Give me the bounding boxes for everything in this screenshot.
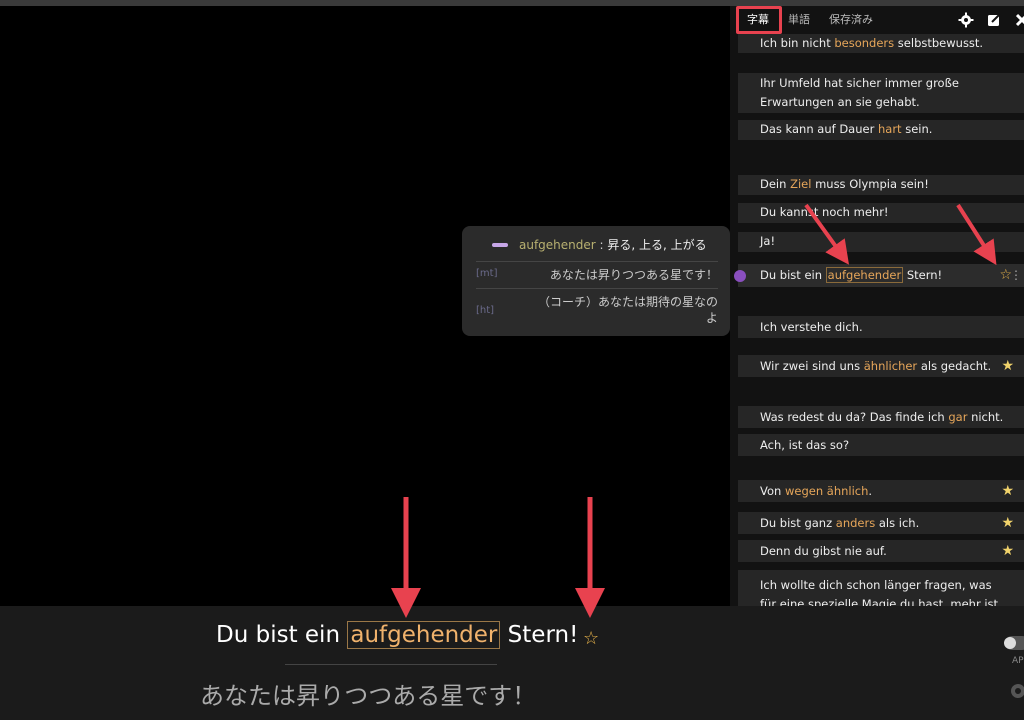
current-subtitle: Du bist ein aufgehender Stern! (216, 621, 579, 649)
list-item[interactable]: Du bist ganz anders als ich. ★ (738, 512, 1024, 534)
close-icon[interactable] (1014, 12, 1024, 28)
list-item[interactable]: Dein Ziel muss Olympia sein! (738, 175, 1024, 195)
list-item[interactable]: Denn du gibst nie auf. ★ (738, 540, 1024, 562)
machine-translation: あなたは昇りつつある星です！ (549, 268, 718, 282)
ht-tag: [ht] (476, 305, 495, 316)
star-icon[interactable]: ★ (1001, 544, 1014, 558)
star-icon[interactable]: ★ (1001, 484, 1014, 498)
star-icon[interactable]: ★ (1001, 516, 1014, 530)
word-definition-popup: aufgehender : 昇る, 上る, 上がる [mt] あなたは昇りつつあ… (462, 226, 730, 336)
popup-meaning: 昇る, 上る, 上がる (607, 238, 707, 252)
divider (476, 288, 718, 289)
list-item[interactable]: Was redest du da? Das finde ich gar nich… (738, 406, 1024, 428)
tab-saved[interactable]: 保存済み (829, 9, 873, 31)
list-item[interactable]: Ach, ist das so? (738, 434, 1024, 456)
highlighted-word[interactable]: aufgehender (347, 621, 501, 649)
divider (476, 261, 718, 262)
gear-icon[interactable] (958, 12, 974, 28)
human-translation: （コーチ）あなたは期待の星なの よ (537, 295, 718, 325)
list-item[interactable]: Ja! (738, 232, 1024, 252)
divider (285, 664, 497, 665)
settings-icon[interactable] (1008, 681, 1024, 701)
popup-word[interactable]: aufgehender (519, 238, 596, 252)
subtitle-overlay: Du bist ein aufgehender Stern! ☆ あなたは昇りつ… (0, 606, 1024, 720)
list-item[interactable]: Ihr Umfeld hat sicher immer große Erwart… (738, 73, 1024, 113)
toggle-knob[interactable] (1004, 637, 1016, 649)
tab-subtitles[interactable]: 字幕 (747, 9, 769, 31)
play-icon[interactable] (734, 270, 746, 282)
word-color-marker (492, 243, 508, 247)
star-icon[interactable]: ★ (1001, 359, 1014, 373)
subtitle-translation: あなたは昇りつつある星です！ (200, 682, 537, 710)
list-item[interactable]: Ich wollte dich schon länger fragen, was… (738, 570, 1024, 610)
toggle-label: AP (1012, 656, 1024, 666)
panel-tabs: 字幕 単語 保存済み (730, 6, 1024, 34)
list-item[interactable]: Das kann auf Dauer hart sein. (738, 120, 1024, 140)
mt-tag: [mt] (476, 268, 498, 279)
list-item[interactable]: Von wegen ähnlich. ★ (738, 480, 1024, 502)
list-item[interactable]: Ich bin nicht besonders selbstbewusst. (738, 34, 1024, 53)
export-icon[interactable] (986, 12, 1002, 28)
list-item[interactable]: Wir zwei sind uns ähnlicher als gedacht.… (738, 355, 1024, 377)
tab-words[interactable]: 単語 (788, 9, 810, 31)
list-item[interactable]: Ich verstehe dich. (738, 316, 1024, 338)
popup-word-row: aufgehender : 昇る, 上る, 上がる (519, 238, 707, 252)
active-list-item[interactable]: Du bist ein aufgehender Stern! ☆ ⋮ (734, 264, 1024, 287)
subtitle-side-panel: 字幕 単語 保存済み Ich bin nicht besonders selbs… (730, 6, 1024, 610)
more-vertical-icon[interactable]: ⋮ (1010, 264, 1022, 287)
list-item[interactable]: Du kannst noch mehr! (738, 203, 1024, 223)
star-icon[interactable]: ☆ (583, 628, 599, 649)
